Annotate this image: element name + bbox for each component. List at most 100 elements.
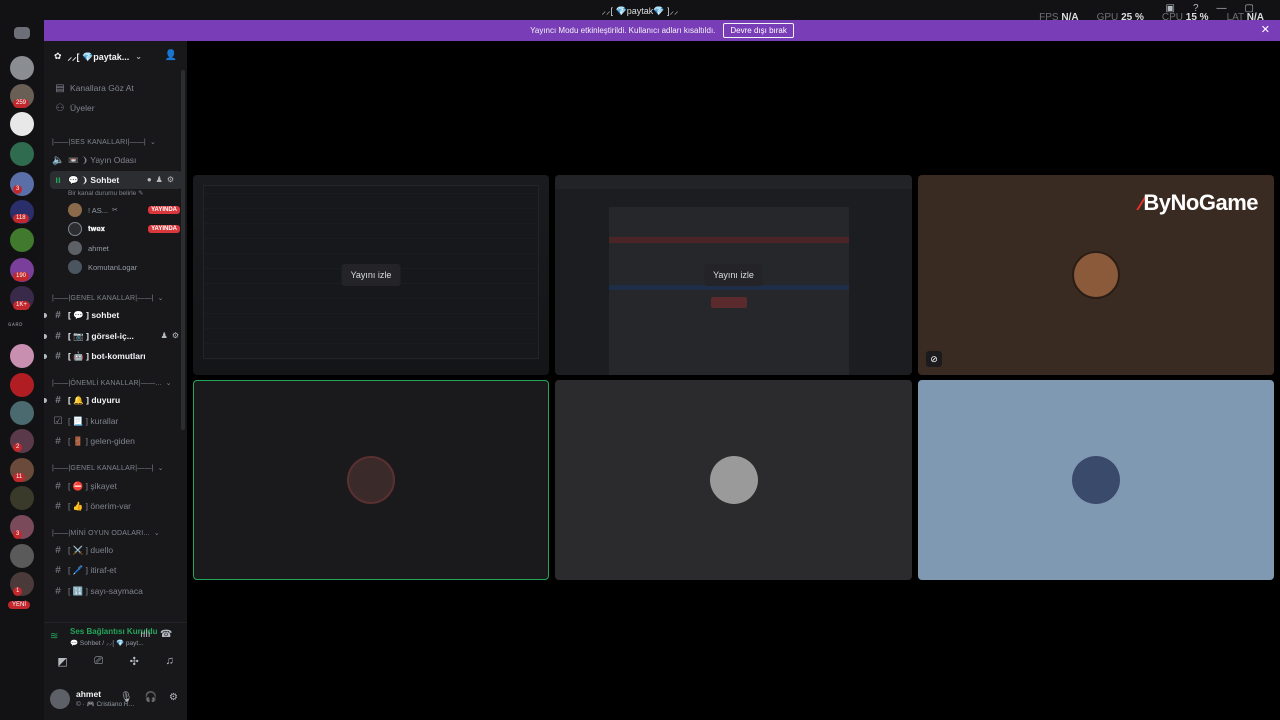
avatar [68, 241, 82, 255]
server-icon[interactable] [10, 56, 34, 80]
channel-label: [ ⛔ ] şikayet [68, 480, 117, 491]
server-icon[interactable] [10, 373, 34, 397]
chevron-down-icon: ⌄ [157, 295, 164, 302]
voice-user[interactable]: KomutanLogar [68, 258, 180, 276]
text-channel-gelen-giden[interactable]: # [ 🚪 ] gelen-giden [44, 432, 187, 450]
server-rail: 259 3 118 190 1K+ ɢᴀʀᴅ 2 11 3 1 YENİ [0, 20, 44, 720]
participant-tile[interactable]: ⁄ByNoGame ⊘ [918, 175, 1274, 375]
text-channel-duello[interactable]: # [ ⚔️ ] duello [44, 541, 187, 559]
server-icon[interactable] [10, 401, 34, 425]
avatar [347, 456, 395, 504]
category-label: |——|GENEL KANALLAR|——| [52, 294, 154, 302]
category-voice[interactable]: |——|SES KANALLARI|——| ⌄ [44, 133, 187, 151]
participant-tile[interactable] [555, 380, 912, 580]
server-icon[interactable] [10, 486, 34, 510]
members-label: Üyeler [70, 103, 95, 113]
disconnect-icon[interactable]: ☎ [160, 629, 172, 640]
text-channel-onerim-var[interactable]: # [ 👍 ] önerim-var [44, 497, 187, 515]
browse-icon: ▤ [55, 82, 65, 94]
text-channel-kurallar[interactable]: ☑ [ 📃 ] kurallar [44, 412, 187, 430]
text-channel-bot-komutlari[interactable]: # [ 🤖 ] bot-komutları [44, 347, 187, 365]
mention-badge: 259 [13, 99, 30, 108]
disable-streamer-mode-button[interactable]: Devre dışı bırak [723, 23, 794, 38]
watch-stream-button[interactable]: Yayını izle [704, 264, 763, 286]
category-label: |——|SES KANALLARI|——| [52, 138, 146, 146]
text-channel-itiraf-et[interactable]: # [ 🖊️ ] itiraf-et [44, 561, 187, 579]
microphone-icon[interactable]: 🎙 [120, 692, 133, 703]
participant-tile[interactable] [193, 380, 549, 580]
stream-tile[interactable]: Yayını izle [193, 175, 549, 375]
server-icon[interactable] [10, 142, 34, 166]
discord-home-icon[interactable] [14, 27, 30, 39]
text-channel-sayi-saymaca[interactable]: # [ 🔢 ] sayı-saymaca [44, 582, 187, 600]
user-name: 𝐭𝐰𝐞𝐱 [88, 224, 105, 233]
invite-icon[interactable]: ♟ [161, 331, 168, 340]
channel-label: [ 🖊️ ] itiraf-et [68, 564, 117, 575]
category-label: |——|MİNİ OYUN ODALARI... [52, 529, 150, 537]
participant-tile[interactable] [918, 380, 1274, 580]
voice-user[interactable]: ahmet [68, 239, 180, 257]
browse-channels-link[interactable]: ▤ Kanallara Göz At [44, 79, 187, 97]
server-icon[interactable] [10, 112, 34, 136]
invite-icon[interactable]: ♟ [156, 175, 163, 184]
noise-suppression-icon[interactable]: ıılı [140, 629, 151, 640]
invite-icon[interactable]: 👤 [165, 50, 177, 61]
hash-icon: # [55, 500, 61, 512]
category-label: |——|GENEL KANALLAR|——| [52, 464, 154, 472]
channel-status[interactable]: Bir kanal durumu belirle ✎ [68, 189, 144, 197]
signal-icon[interactable]: ≋ [50, 631, 58, 642]
unread-indicator [44, 397, 47, 403]
voice-channel-sohbet[interactable]: ıı 💬 ❩ Sohbet ● ♟ ⚙ [50, 171, 182, 189]
gear-icon[interactable]: ⚙ [167, 175, 174, 184]
unread-indicator [44, 333, 47, 339]
voice-channel-yayin-odasi[interactable]: 🔈 📼 ❩ Yayın Odası [44, 151, 187, 169]
headphones-icon[interactable]: 🎧 [145, 692, 157, 703]
voice-channel-path[interactable]: 💬 Sohbet / ⸝⸝[ 💎 payt... [70, 638, 144, 647]
camera-off-icon[interactable]: ◩ [57, 655, 67, 668]
server-icon[interactable] [10, 228, 34, 252]
activities-icon[interactable]: ✣ [130, 655, 139, 668]
text-channel-gorsel-icerik[interactable]: # [ 📷 ] görsel-iç... ♟ ⚙ [44, 327, 187, 345]
voice-user[interactable]: 𝐭𝐰𝐞𝐱 YAYINDA [68, 220, 180, 238]
text-channel-sohbet[interactable]: # [ 💬 ] sohbet [44, 306, 187, 324]
user-panel: ahmet © · 🎮 Cristiano R... 🎙 🎧 ⚙ [50, 685, 182, 713]
category-general[interactable]: |——|GENEL KANALLAR|——| ⌄ [44, 289, 187, 307]
user-controls: 🎙 🎧 ⚙ [120, 692, 178, 703]
hash-icon: # [55, 435, 61, 447]
hash-icon: # [55, 309, 61, 321]
chevron-down-icon: ⌄ [165, 380, 172, 387]
gear-icon[interactable]: ⚙ [172, 331, 179, 340]
soundboard-icon[interactable]: ♫ [165, 655, 173, 668]
category-general-2[interactable]: |——|GENEL KANALLAR|——| ⌄ [44, 459, 187, 477]
live-badge: YAYINDA [148, 225, 180, 233]
avatar[interactable] [50, 689, 70, 709]
rules-icon: ☑ [53, 415, 63, 427]
speaker-icon: 🔈 [52, 154, 65, 166]
screen-share-icon[interactable]: ⎚ [94, 655, 103, 668]
hash-icon: # [55, 544, 61, 556]
server-text-logo[interactable]: ɢᴀʀᴅ [8, 322, 23, 328]
server-icon[interactable] [10, 344, 34, 368]
sidebar-scrollbar[interactable] [181, 70, 185, 430]
new-servers-pill[interactable]: YENİ [8, 601, 31, 609]
guild-name: ⸝⸝[ 💎paytak... [67, 51, 130, 62]
live-badge: YAYINDA [148, 206, 180, 214]
server-icon[interactable] [10, 544, 34, 568]
category-important[interactable]: |——|ÖNEMLİ KANALLAR|——... ⌄ [44, 374, 187, 392]
hash-icon: # [55, 564, 61, 576]
text-channel-duyuru[interactable]: # [ 🔔 ] duyuru [44, 391, 187, 409]
text-channel-sikayet[interactable]: # [ ⛔ ] şikayet [44, 477, 187, 495]
chat-icon[interactable]: ● [147, 175, 152, 184]
voice-user[interactable]: ! AS... ✂ YAYINDA [68, 201, 180, 219]
channel-label: [ 🤖 ] bot-komutları [68, 350, 146, 361]
stream-tile[interactable]: Yayını izle [555, 175, 912, 375]
voice-actions: ◩ ⎚ ✣ ♫ [44, 655, 187, 668]
close-icon[interactable]: ✕ [1261, 23, 1270, 36]
guild-header[interactable]: ✿ ⸝⸝[ 💎paytak... ⌄ 👤 [44, 41, 187, 71]
category-mini-games[interactable]: |——|MİNİ OYUN ODALARI... ⌄ [44, 524, 187, 542]
user-name[interactable]: ahmet [76, 689, 101, 699]
gear-icon[interactable]: ⚙ [169, 692, 178, 703]
members-link[interactable]: ⚇ Üyeler [44, 99, 187, 117]
watch-stream-button[interactable]: Yayını izle [341, 264, 401, 286]
user-name: ! AS... [88, 205, 109, 215]
